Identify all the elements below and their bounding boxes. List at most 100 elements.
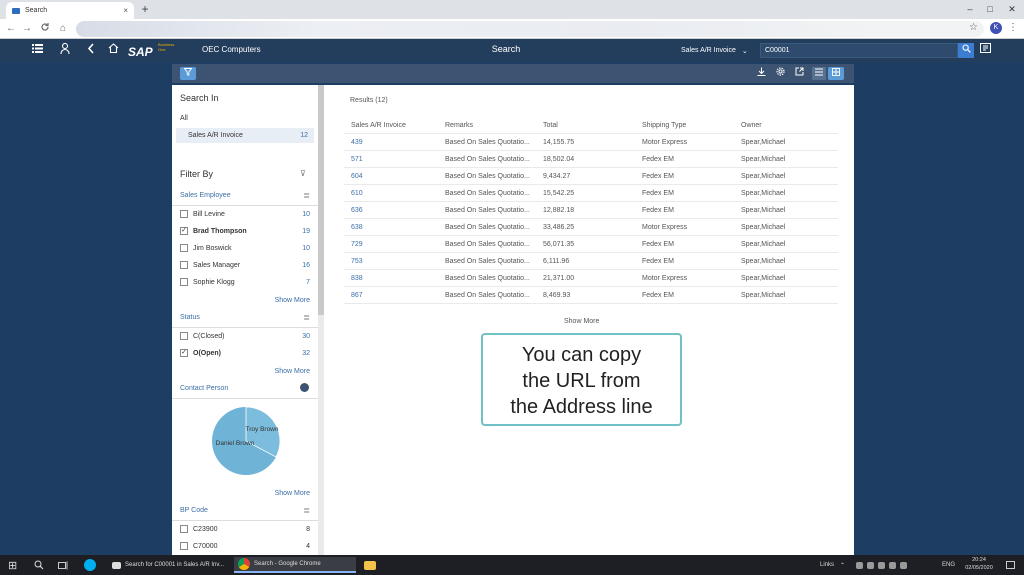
checkbox[interactable] [180,244,188,252]
table-row[interactable]: 729 Based On Sales Quotatio... 56,071.35 Fe… [344,236,838,253]
taskbar-search-icon[interactable] [34,557,44,573]
search-in-all[interactable]: All [180,115,188,122]
table-row[interactable]: 604 Based On Sales Quotatio... 9,434.27 Fed… [344,168,838,185]
reload-icon[interactable] [38,22,52,36]
tray-icons[interactable] [856,557,907,573]
tab-close-icon[interactable]: × [123,6,128,15]
divider [172,327,318,328]
column-header[interactable]: Owner [741,122,762,129]
filter-row-bill-levine[interactable]: Bill Levine 10 [180,207,310,221]
close-window-button[interactable]: ✕ [1002,2,1022,16]
invoice-number-link[interactable]: 753 [351,258,363,265]
checkbox[interactable] [180,278,188,286]
browser-toolbar: ← → ⌂ ☆ K ⋮ [0,19,1024,39]
filter-row-open[interactable]: ✓ O(Open) 32 [180,346,310,360]
browser-menu-icon[interactable]: ⋮ [1008,22,1018,33]
filter-toggle-button[interactable] [180,67,196,80]
checkbox[interactable] [180,332,188,340]
checkbox-checked[interactable]: ✓ [180,349,188,357]
back-arrow-icon[interactable]: ← [4,22,18,36]
settings-gear-icon[interactable] [773,67,787,80]
user-icon[interactable] [58,42,72,57]
filter-row-sophie-klogg[interactable]: Sophie Klogg 7 [180,275,310,289]
column-header[interactable]: Sales A/R Invoice [351,122,406,129]
taskbar-clock[interactable]: 20:24 02/05/2020 [960,556,998,572]
sales-employee-section-title: Sales Employee [180,192,231,199]
column-header[interactable]: Shipping Type [642,122,686,129]
new-tab-button[interactable]: + [138,2,152,16]
maximize-button[interactable]: □ [980,2,1000,16]
invoice-number-link[interactable]: 636 [351,207,363,214]
browser-tab[interactable]: Search × [6,2,134,19]
checkbox-checked[interactable]: ✓ [180,227,188,235]
bookmark-star-icon[interactable]: ☆ [969,22,978,33]
task-view-icon[interactable] [58,557,69,573]
chevron-up-icon[interactable]: ⌃ [840,557,845,573]
invoice-number-link[interactable]: 439 [351,139,363,146]
search-in-sales-ar-invoice[interactable]: Sales A/R Invoice 12 [176,128,314,143]
table-row[interactable]: 571 Based On Sales Quotatio... 18,502.04 Fe… [344,151,838,168]
filter-row-closed[interactable]: C(Closed) 30 [180,329,310,343]
filter-row-jim-boswick[interactable]: Jim Boswick 10 [180,241,310,255]
table-row[interactable]: 838 Based On Sales Quotatio... 21,371.00 Mo… [344,270,838,287]
taskbar-app-sap[interactable]: Search for C00001 in Sales A/R Inv... [108,557,232,573]
search-input[interactable]: C00001 [760,43,958,58]
home-icon[interactable] [106,43,120,57]
invoice-number-link[interactable]: 571 [351,156,363,163]
search-scope-select[interactable]: Sales A/R Invoice ⌄ [676,43,758,58]
notifications-icon[interactable] [980,43,991,56]
show-more-link[interactable]: Show More [275,297,310,304]
checkbox[interactable] [180,525,188,533]
back-icon[interactable] [84,43,98,57]
table-row[interactable]: 636 Based On Sales Quotatio... 12,882.18 Fe… [344,202,838,219]
profile-avatar[interactable]: K [990,22,1002,34]
list-toggle-icon[interactable]: ≣ [303,506,310,515]
invoice-number-link[interactable]: 604 [351,173,363,180]
invoice-number-link[interactable]: 638 [351,224,363,231]
skype-icon[interactable] [84,557,96,573]
file-explorer-icon[interactable] [364,557,376,573]
invoice-number-link[interactable]: 838 [351,275,363,282]
table-row[interactable]: 439 Based On Sales Quotatio... 14,155.75 Mo… [344,134,838,151]
invoice-number-link[interactable]: 729 [351,241,363,248]
minimize-button[interactable]: – [960,2,980,16]
list-view-icon[interactable] [812,67,826,80]
checkbox[interactable] [180,542,188,550]
column-header[interactable]: Remarks [445,122,473,129]
show-more-link[interactable]: Show More [275,490,310,497]
forward-arrow-icon[interactable]: → [20,22,34,36]
language-indicator[interactable]: ENG [942,557,955,573]
list-toggle-icon[interactable]: ≣ [303,191,310,200]
export-icon[interactable] [792,67,806,80]
show-more-link[interactable]: Show More [275,368,310,375]
list-toggle-icon[interactable]: ≣ [303,313,310,322]
invoice-number-link[interactable]: 610 [351,190,363,197]
checkbox[interactable] [180,261,188,269]
clear-filter-icon[interactable]: ⊽ [300,169,306,178]
contact-person-pie-chart[interactable]: Troy Brown Daniel Brown [210,405,282,477]
download-icon[interactable] [754,67,768,80]
address-bar[interactable]: ☆ [76,21,984,37]
menu-icon[interactable] [30,43,44,57]
checkbox[interactable] [180,210,188,218]
taskbar-app-chrome[interactable]: Search - Google Chrome [234,557,356,573]
show-more-results-link[interactable]: Show More [564,318,599,325]
table-row[interactable]: 610 Based On Sales Quotatio... 15,542.25 Fe… [344,185,838,202]
home-icon[interactable]: ⌂ [56,22,70,36]
table-row[interactable]: 753 Based On Sales Quotatio... 6,111.96 Fed… [344,253,838,270]
filter-row-c70000[interactable]: C70000 4 [180,539,310,553]
filter-row-c23900[interactable]: C23900 8 [180,522,310,536]
table-view-icon[interactable] [828,67,844,80]
search-button[interactable] [958,43,974,58]
table-row[interactable]: 638 Based On Sales Quotatio... 33,486.25 Mo… [344,219,838,236]
column-header[interactable]: Total [543,122,558,129]
pie-chart-toggle-icon[interactable] [300,383,309,392]
filter-row-brad-thompson[interactable]: ✓ Brad Thompson 19 [180,224,310,238]
filter-row-sales-manager[interactable]: Sales Manager 16 [180,258,310,272]
notification-center-icon[interactable] [1006,557,1015,573]
table-row[interactable]: 867 Based On Sales Quotatio... 8,469.93 Fed… [344,287,838,304]
sap-business-one-logo[interactable]: SAP Business One [128,42,176,59]
links-toolbar[interactable]: Links [820,557,834,573]
invoice-number-link[interactable]: 867 [351,292,363,299]
windows-start-icon[interactable]: ⊞ [8,557,17,573]
